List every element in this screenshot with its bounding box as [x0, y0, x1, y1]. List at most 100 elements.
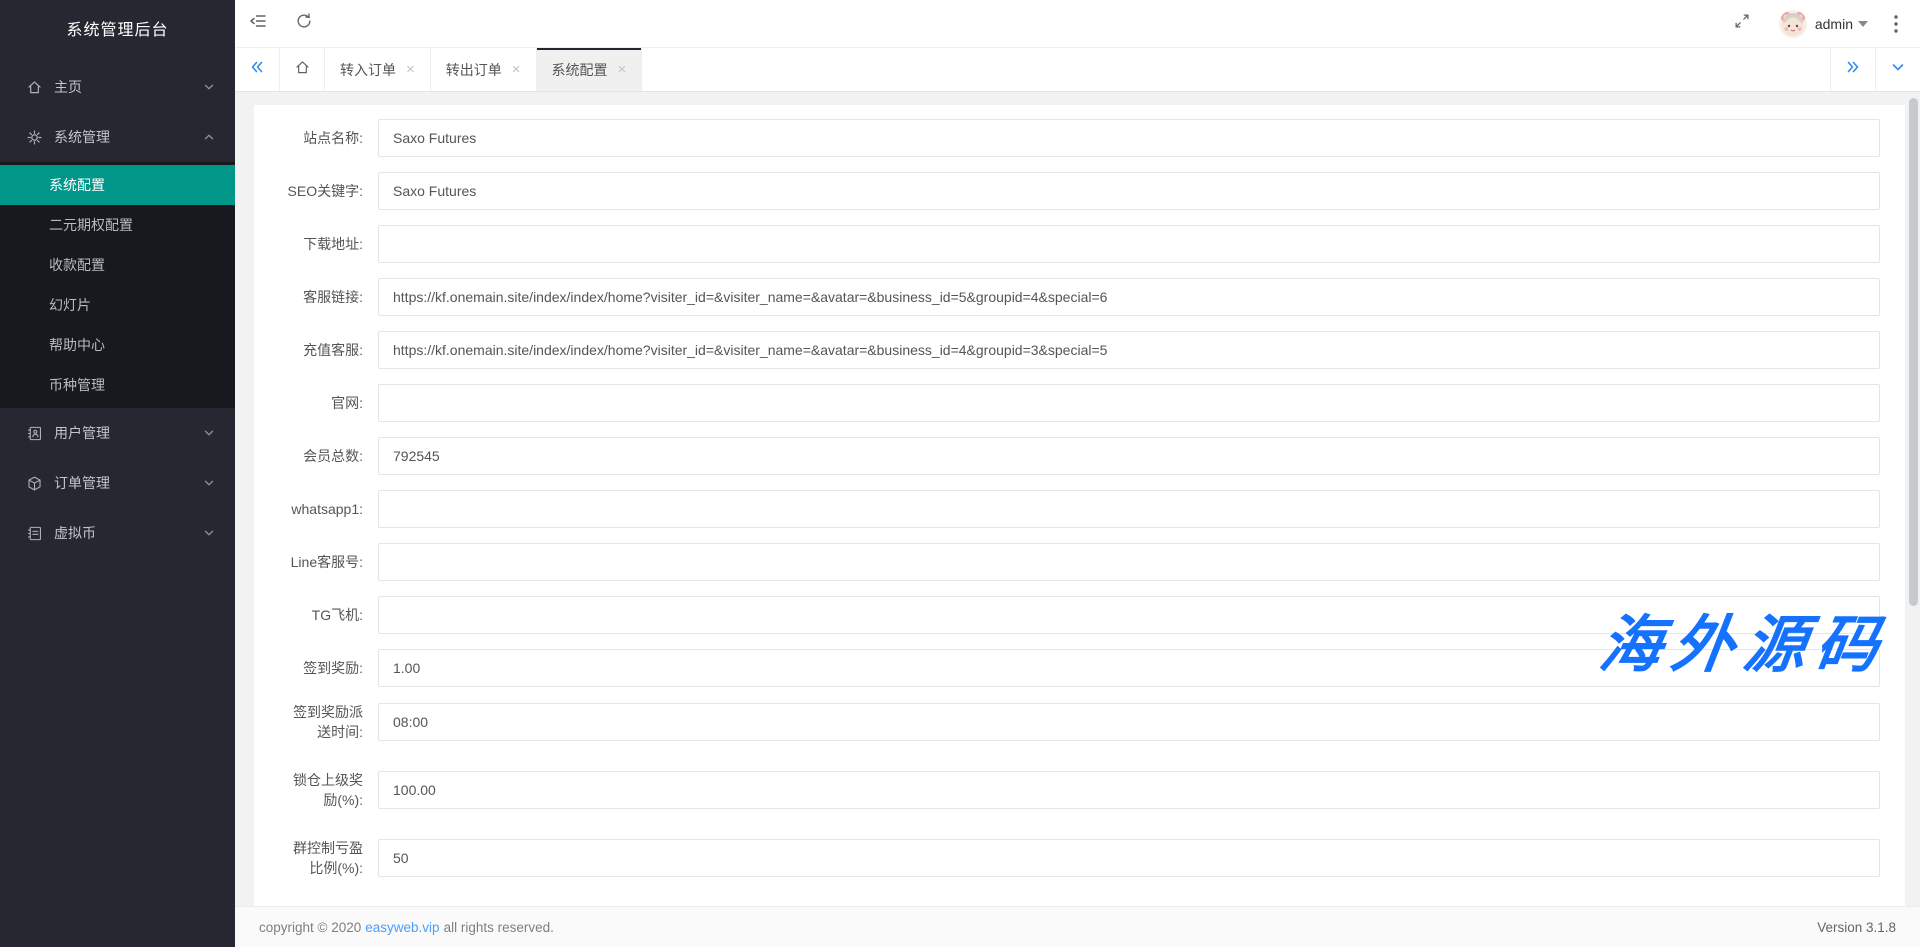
- field-input-tg-telegram[interactable]: [378, 596, 1880, 634]
- field-input-official-site[interactable]: [378, 384, 1880, 422]
- tabs-scroll-left-button[interactable]: [235, 48, 280, 91]
- sidebar-subitem-binary-options-config[interactable]: 二元期权配置: [0, 205, 235, 245]
- home-icon: [26, 79, 43, 96]
- fullscreen-button[interactable]: [1719, 0, 1765, 47]
- form-field-row: 充值客服:: [281, 331, 1880, 369]
- sidebar-subitem-help-center[interactable]: 帮助中心: [0, 325, 235, 365]
- sidebar-subitem-label: 币种管理: [49, 377, 105, 393]
- form-field-row: 官网:: [281, 384, 1880, 422]
- tab-home[interactable]: [280, 48, 325, 91]
- form-field-row: whatsapp1:: [281, 490, 1880, 528]
- copyright-prefix: copyright © 2020: [259, 920, 361, 935]
- tabs-menu-button[interactable]: [1875, 48, 1920, 91]
- form-field-row: SEO关键字:: [281, 172, 1880, 210]
- scrollbar-thumb[interactable]: [1909, 98, 1918, 606]
- chevron-down-icon: [1890, 59, 1906, 80]
- sidebar-item-label: 用户管理: [54, 423, 110, 443]
- orders-icon: [26, 475, 43, 492]
- tab-close-icon[interactable]: ×: [618, 62, 627, 77]
- tabs-strip: 转入订单 × 转出订单 × 系统配置 ×: [325, 48, 642, 91]
- footer-site-link[interactable]: easyweb.vip: [365, 920, 439, 935]
- coin-icon: [26, 525, 43, 542]
- sidebar-item-system[interactable]: 系统管理: [0, 112, 235, 162]
- field-input-recharge-service[interactable]: [378, 331, 1880, 369]
- tab-close-icon[interactable]: ×: [512, 62, 521, 77]
- sidebar-item-user-management[interactable]: 用户管理: [0, 408, 235, 458]
- sidebar-subitem-currency-management[interactable]: 币种管理: [0, 365, 235, 405]
- tab-label: 转入订单: [340, 60, 396, 80]
- user-menu-caret-icon[interactable]: [1858, 21, 1868, 27]
- chevron-down-icon: [203, 427, 215, 439]
- form-field-row: 锁仓上级奖励(%):: [281, 770, 1880, 810]
- tab-label: 转出订单: [446, 60, 502, 80]
- refresh-button[interactable]: [281, 0, 327, 47]
- app-title: 系统管理后台: [0, 0, 235, 62]
- double-chevron-left-icon: [249, 59, 265, 80]
- sidebar-item-home[interactable]: 主页: [0, 62, 235, 112]
- sidebar-subitem-slideshow[interactable]: 幻灯片: [0, 285, 235, 325]
- sidebar-subitem-label: 二元期权配置: [49, 217, 133, 233]
- sidebar-submenu: 系统配置二元期权配置收款配置幻灯片帮助中心币种管理: [0, 162, 235, 408]
- form-field-row: 签到奖励派送时间:: [281, 702, 1880, 742]
- content-area: 站点名称:SEO关键字:下载地址:客服链接:充值客服:官网:会员总数:whats…: [235, 92, 1920, 906]
- form-field-row: Line客服号:: [281, 543, 1880, 581]
- tab-transfer-out-orders[interactable]: 转出订单 ×: [431, 48, 537, 91]
- field-input-signin-reward-time[interactable]: [378, 703, 1880, 741]
- field-label-tg-telegram: TG飞机:: [281, 605, 363, 625]
- sidebar: 系统管理后台 主页系统管理系统配置二元期权配置收款配置幻灯片帮助中心币种管理用户…: [0, 0, 235, 947]
- field-input-service-link[interactable]: [378, 278, 1880, 316]
- sidebar-item-label: 虚拟币: [54, 523, 96, 543]
- sidebar-subitem-label: 系统配置: [49, 177, 105, 193]
- form-field-row: TG飞机:: [281, 596, 1880, 634]
- sidebar-item-order-management[interactable]: 订单管理: [0, 458, 235, 508]
- form-field-row: 群控制亏盈比例(%):: [281, 838, 1880, 878]
- chevron-down-icon: [203, 527, 215, 539]
- sidebar-subitem-payment-config[interactable]: 收款配置: [0, 245, 235, 285]
- system-config-card: 站点名称:SEO关键字:下载地址:客服链接:充值客服:官网:会员总数:whats…: [254, 105, 1905, 906]
- tab-close-icon[interactable]: ×: [406, 62, 415, 77]
- avatar[interactable]: [1779, 10, 1807, 38]
- refresh-icon: [295, 12, 313, 35]
- field-label-service-link: 客服链接:: [281, 287, 363, 307]
- collapse-sidebar-button[interactable]: [235, 0, 281, 47]
- form-field-row: 签到奖励:: [281, 649, 1880, 687]
- sidebar-nav: 主页系统管理系统配置二元期权配置收款配置幻灯片帮助中心币种管理用户管理订单管理虚…: [0, 62, 235, 558]
- sidebar-subitem-system-config[interactable]: 系统配置: [0, 165, 235, 205]
- field-input-download-url[interactable]: [378, 225, 1880, 263]
- form-field-row: 下载地址:: [281, 225, 1880, 263]
- field-input-seo-keywords[interactable]: [378, 172, 1880, 210]
- chevron-down-icon: [203, 477, 215, 489]
- field-input-lock-upline-reward[interactable]: [378, 771, 1880, 809]
- copyright-suffix: all rights reserved.: [444, 920, 554, 935]
- sidebar-item-label: 订单管理: [54, 473, 110, 493]
- field-label-signin-reward: 签到奖励:: [281, 658, 363, 678]
- tabs-scroll-right-button[interactable]: [1830, 48, 1875, 91]
- tab-label: 系统配置: [552, 60, 608, 80]
- field-label-whatsapp1: whatsapp1:: [281, 499, 363, 519]
- tab-system-config[interactable]: 系统配置 ×: [537, 48, 643, 91]
- field-input-site-name[interactable]: [378, 119, 1880, 157]
- double-chevron-right-icon: [1845, 59, 1861, 80]
- sidebar-subitem-label: 收款配置: [49, 257, 105, 273]
- collapse-sidebar-icon: [248, 11, 268, 36]
- version-label: Version 3.1.8: [1817, 920, 1896, 935]
- field-input-line-service[interactable]: [378, 543, 1880, 581]
- chevron-up-icon: [203, 131, 215, 143]
- form-field-row: 客服链接:: [281, 278, 1880, 316]
- field-input-whatsapp1[interactable]: [378, 490, 1880, 528]
- sidebar-subitem-label: 幻灯片: [49, 297, 91, 313]
- field-input-member-total[interactable]: [378, 437, 1880, 475]
- field-label-seo-keywords: SEO关键字:: [281, 181, 363, 201]
- field-label-recharge-service: 充值客服:: [281, 340, 363, 360]
- sidebar-item-label: 主页: [54, 77, 82, 97]
- more-options-button[interactable]: [1882, 15, 1910, 33]
- sidebar-subitem-label: 帮助中心: [49, 337, 105, 353]
- tab-transfer-in-orders[interactable]: 转入订单 ×: [325, 48, 431, 91]
- field-input-group-control-ratio[interactable]: [378, 839, 1880, 877]
- field-label-member-total: 会员总数:: [281, 446, 363, 466]
- sidebar-item-label: 系统管理: [54, 127, 110, 147]
- username[interactable]: admin: [1815, 16, 1853, 32]
- sidebar-item-virtual-currency[interactable]: 虚拟币: [0, 508, 235, 558]
- home-icon: [294, 59, 311, 81]
- field-input-signin-reward[interactable]: [378, 649, 1880, 687]
